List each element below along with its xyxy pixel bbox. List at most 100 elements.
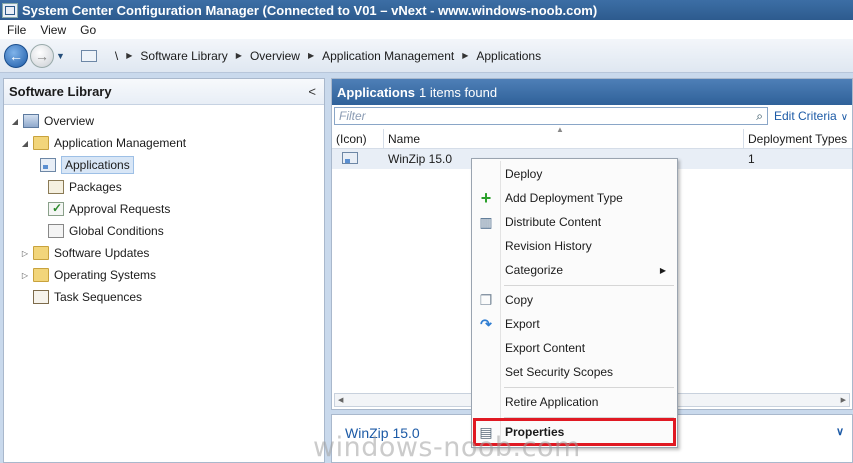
menu-item-distribute-content[interactable]: ▥ Distribute Content [473, 211, 676, 233]
retire-icon [473, 391, 499, 413]
breadcrumb: \ ▶ Software Library ▶ Overview ▶ Applic… [107, 49, 549, 63]
console-root-icon[interactable] [80, 49, 97, 62]
forward-arrow-icon: → [35, 47, 49, 64]
menu-item-label: Revision History [505, 239, 592, 253]
search-icon[interactable]: ⌕ [756, 109, 763, 124]
column-header-name[interactable]: Name [384, 128, 744, 149]
breadcrumb-root[interactable]: \ [115, 49, 118, 63]
menu-item-label: Add Deployment Type [505, 191, 623, 205]
app-icon [2, 2, 18, 18]
filter-row: Filter ⌕ Edit Criteria ∨ [332, 106, 852, 126]
tree-item-label: Global Conditions [69, 224, 164, 238]
menu-item-label: Deploy [505, 167, 543, 181]
edit-criteria-link[interactable]: Edit Criteria ∨ [774, 109, 848, 123]
folder-icon [33, 246, 49, 260]
menu-item-add-deployment-type[interactable]: + Add Deployment Type [473, 187, 676, 209]
watermark: windows-noob.com [313, 432, 581, 463]
navigation-pane: Software Library < ◢ Overview ◢ Applicat… [3, 78, 325, 463]
expand-arrow-icon[interactable]: ◢ [10, 117, 20, 126]
context-menu: Deploy + Add Deployment Type ▥ Distribut… [471, 158, 678, 448]
menu-separator [504, 387, 674, 388]
tree-item-operating-systems[interactable]: ▷ Operating Systems [20, 265, 156, 285]
navigation-pane-header: Software Library < [4, 79, 324, 105]
expand-arrow-icon[interactable]: ▷ [20, 271, 30, 280]
breadcrumb-applications[interactable]: Applications [476, 49, 541, 63]
conditions-icon [48, 224, 64, 238]
revision-history-icon [473, 235, 499, 257]
folder-icon [33, 268, 49, 282]
menu-go[interactable]: Go [80, 23, 96, 37]
breadcrumb-software-library[interactable]: Software Library [140, 49, 227, 63]
tree-item-task-sequences[interactable]: Task Sequences [33, 287, 142, 307]
collapse-pane-icon[interactable]: < [308, 84, 316, 99]
history-dropdown-icon[interactable]: ▼ [56, 51, 65, 61]
row-deployment-types-cell: 1 [748, 152, 755, 166]
filter-placeholder: Filter [339, 109, 366, 123]
tree-item-label: Overview [44, 114, 95, 128]
folder-icon [33, 136, 49, 150]
chevron-right-icon[interactable]: ▶ [236, 51, 242, 60]
navigation-pane-title: Software Library [9, 84, 112, 99]
chevron-right-icon[interactable]: ▶ [308, 51, 314, 60]
tree-item-approval-requests[interactable]: Approval Requests [48, 199, 170, 219]
chevron-right-icon[interactable]: ▶ [462, 51, 468, 60]
expand-arrow-icon[interactable]: ◢ [20, 139, 30, 148]
menu-item-label: Distribute Content [505, 215, 602, 229]
breadcrumb-overview[interactable]: Overview [250, 49, 300, 63]
menu-item-export[interactable]: ↷ Export [473, 313, 676, 335]
tree-item-global-conditions[interactable]: Global Conditions [48, 221, 164, 241]
tree-item-software-updates[interactable]: ▷ Software Updates [20, 243, 149, 263]
chevron-right-icon[interactable]: ▶ [126, 51, 132, 60]
forward-button[interactable]: → [30, 43, 54, 68]
security-scopes-icon [473, 361, 499, 383]
window-title: System Center Configuration Manager (Con… [22, 2, 598, 18]
chevron-down-icon[interactable]: ∨ [836, 425, 844, 438]
tree-item-applications[interactable]: Applications [40, 155, 134, 175]
tree-item-label: Software Updates [54, 246, 150, 260]
table-header: ▲ (Icon) Name Deployment Types [332, 125, 852, 149]
menu-item-revision-history[interactable]: Revision History [473, 235, 676, 257]
menu-item-copy[interactable]: ❐ Copy [473, 289, 676, 311]
results-title: Applications [337, 84, 416, 100]
menu-item-set-security-scopes[interactable]: Set Security Scopes [473, 361, 676, 383]
tree-item-overview[interactable]: ◢ Overview [10, 111, 94, 131]
column-header-deployment-types[interactable]: Deployment Types [744, 129, 852, 149]
tree-item-label: Task Sequences [54, 290, 143, 304]
tree-item-application-management[interactable]: ◢ Application Management [20, 133, 186, 153]
title-bar: System Center Configuration Manager (Con… [0, 0, 853, 20]
export-content-icon [473, 337, 499, 359]
menu-file[interactable]: File [7, 23, 26, 37]
menu-view[interactable]: View [40, 23, 66, 37]
scroll-left-icon[interactable]: ◀ [338, 396, 343, 404]
column-header-icon[interactable]: (Icon) [332, 128, 384, 149]
tree-item-packages[interactable]: Packages [48, 177, 122, 197]
sort-indicator-icon: ▲ [556, 125, 564, 134]
menu-item-label: Export Content [505, 341, 586, 355]
menu-item-categorize[interactable]: Categorize ▶ [473, 259, 676, 281]
plus-icon: + [480, 187, 492, 208]
results-count: 1 items found [419, 84, 498, 100]
breadcrumb-application-management[interactable]: Application Management [322, 49, 454, 63]
application-icon [40, 158, 56, 172]
menu-item-retire-application[interactable]: Retire Application [473, 391, 676, 413]
tree-item-label: Application Management [54, 136, 187, 150]
results-header: Applications 1 items found [332, 79, 852, 105]
row-icon-cell [332, 151, 384, 167]
approval-icon [48, 201, 64, 216]
menu-bar: File View Go [0, 20, 853, 39]
overview-icon [23, 114, 39, 128]
menu-item-label: Export [505, 317, 540, 331]
scroll-right-icon[interactable]: ▶ [841, 396, 846, 404]
submenu-arrow-icon: ▶ [659, 265, 666, 275]
menu-item-deploy[interactable]: Deploy [473, 163, 676, 185]
menu-item-export-content[interactable]: Export Content [473, 337, 676, 359]
export-arrow-icon: ↷ [480, 315, 492, 332]
menu-item-label: Copy [505, 293, 534, 307]
application-icon [342, 151, 358, 164]
tree-item-label: Applications [61, 156, 134, 174]
menu-item-label: Set Security Scopes [505, 365, 614, 379]
distribute-content-icon: ▥ [479, 213, 493, 230]
expand-arrow-icon[interactable]: ▷ [20, 249, 30, 258]
back-button[interactable]: ← [4, 43, 28, 68]
filter-input[interactable]: Filter ⌕ [334, 107, 768, 125]
